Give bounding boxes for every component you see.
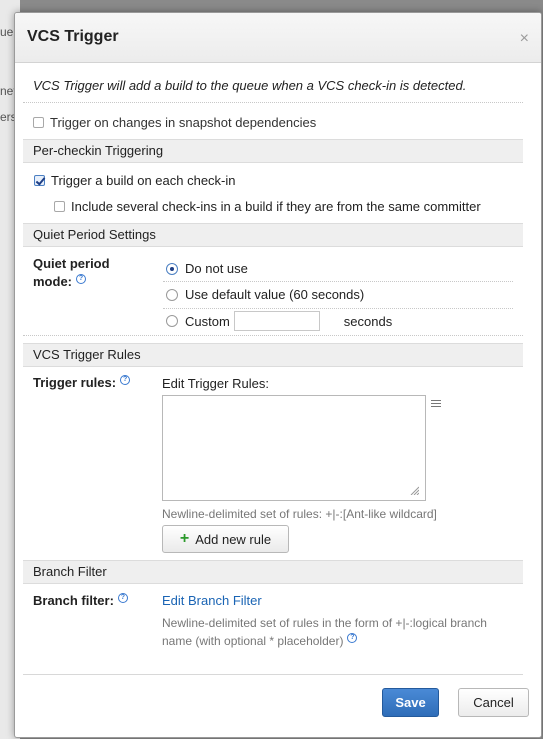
edit-branch-filter-link[interactable]: Edit Branch Filter — [162, 593, 262, 608]
list-view-icon[interactable] — [431, 400, 441, 408]
close-icon[interactable]: × — [520, 30, 529, 48]
help-icon[interactable]: ? — [347, 633, 358, 643]
quiet-option-do-not-use[interactable]: Do not use — [166, 261, 248, 276]
footer-divider — [23, 674, 523, 675]
edit-trigger-rules-label: Edit Trigger Rules: — [162, 376, 269, 391]
divider — [163, 281, 513, 282]
section-branch-filter: Branch Filter — [23, 560, 523, 584]
trigger-each-checkin-label: Trigger a build on each check-in — [51, 173, 236, 188]
branch-filter-hint-line1: Newline-delimited set of rules in the fo… — [162, 616, 487, 630]
help-icon[interactable]: ? — [120, 375, 131, 385]
background-text: ers — [0, 110, 14, 124]
quiet-period-label-line2: mode:? — [33, 273, 110, 291]
section-quiet-period: Quiet Period Settings — [23, 223, 523, 247]
divider — [163, 308, 513, 309]
include-several-checkins-option[interactable]: Include several check-ins in a build if … — [54, 199, 481, 214]
include-several-checkins-label: Include several check-ins in a build if … — [71, 199, 481, 214]
quiet-option-label: Use default value (60 seconds) — [185, 287, 365, 302]
divider — [23, 102, 523, 103]
include-several-checkins-checkbox[interactable] — [54, 201, 65, 212]
radio-custom[interactable] — [166, 315, 178, 327]
divider — [23, 335, 523, 336]
resize-grip-icon[interactable] — [409, 485, 419, 495]
section-trigger-rules: VCS Trigger Rules — [23, 343, 523, 367]
snapshot-dependencies-checkbox[interactable] — [33, 117, 44, 128]
trigger-each-checkin-option[interactable]: Trigger a build on each check-in — [34, 173, 236, 188]
background-text: net — [0, 84, 14, 98]
seconds-label: seconds — [343, 313, 393, 329]
dialog-title: VCS Trigger — [27, 28, 119, 45]
trigger-rules-textarea[interactable] — [162, 395, 426, 501]
add-new-rule-label: Add new rule — [195, 531, 272, 547]
trigger-each-checkin-checkbox[interactable] — [34, 175, 45, 186]
section-per-checkin: Per-checkin Triggering — [23, 139, 523, 163]
snapshot-dependencies-option[interactable]: Trigger on changes in snapshot dependenc… — [33, 115, 316, 130]
add-new-rule-button[interactable]: + Add new rule — [162, 525, 289, 553]
branch-filter-hint: Newline-delimited set of rules in the fo… — [162, 614, 487, 650]
cancel-button[interactable]: Cancel — [458, 688, 529, 717]
quiet-option-custom[interactable]: Custom seconds — [166, 311, 392, 331]
quiet-option-label: Do not use — [185, 261, 248, 276]
help-icon[interactable]: ? — [117, 593, 128, 603]
background-text: ueu — [0, 25, 14, 39]
radio-do-not-use[interactable] — [166, 262, 178, 275]
quiet-period-label: Quiet period mode:? — [33, 255, 110, 291]
quiet-period-label-line1: Quiet period — [33, 256, 110, 271]
radio-default-value[interactable] — [166, 288, 178, 301]
trigger-rules-label: Trigger rules:? — [33, 374, 131, 392]
help-icon[interactable]: ? — [76, 274, 86, 284]
snapshot-dependencies-label: Trigger on changes in snapshot dependenc… — [50, 115, 317, 130]
quiet-option-default[interactable]: Use default value (60 seconds) — [166, 287, 364, 302]
plus-icon: + — [179, 530, 190, 547]
quiet-option-label: Custom — [185, 313, 230, 329]
dialog-description: VCS Trigger will add a build to the queu… — [33, 78, 467, 93]
trigger-rules-hint: Newline-delimited set of rules: +|-:[Ant… — [162, 507, 437, 521]
vcs-trigger-dialog: VCS Trigger × VCS Trigger will add a bui… — [14, 12, 542, 738]
save-button[interactable]: Save — [382, 688, 439, 717]
branch-filter-hint-line2: name (with optional * placeholder)? — [162, 632, 487, 650]
custom-seconds-input[interactable] — [233, 311, 320, 331]
dialog-titlebar: VCS Trigger × — [15, 13, 541, 63]
branch-filter-label: Branch filter:? — [33, 592, 128, 610]
